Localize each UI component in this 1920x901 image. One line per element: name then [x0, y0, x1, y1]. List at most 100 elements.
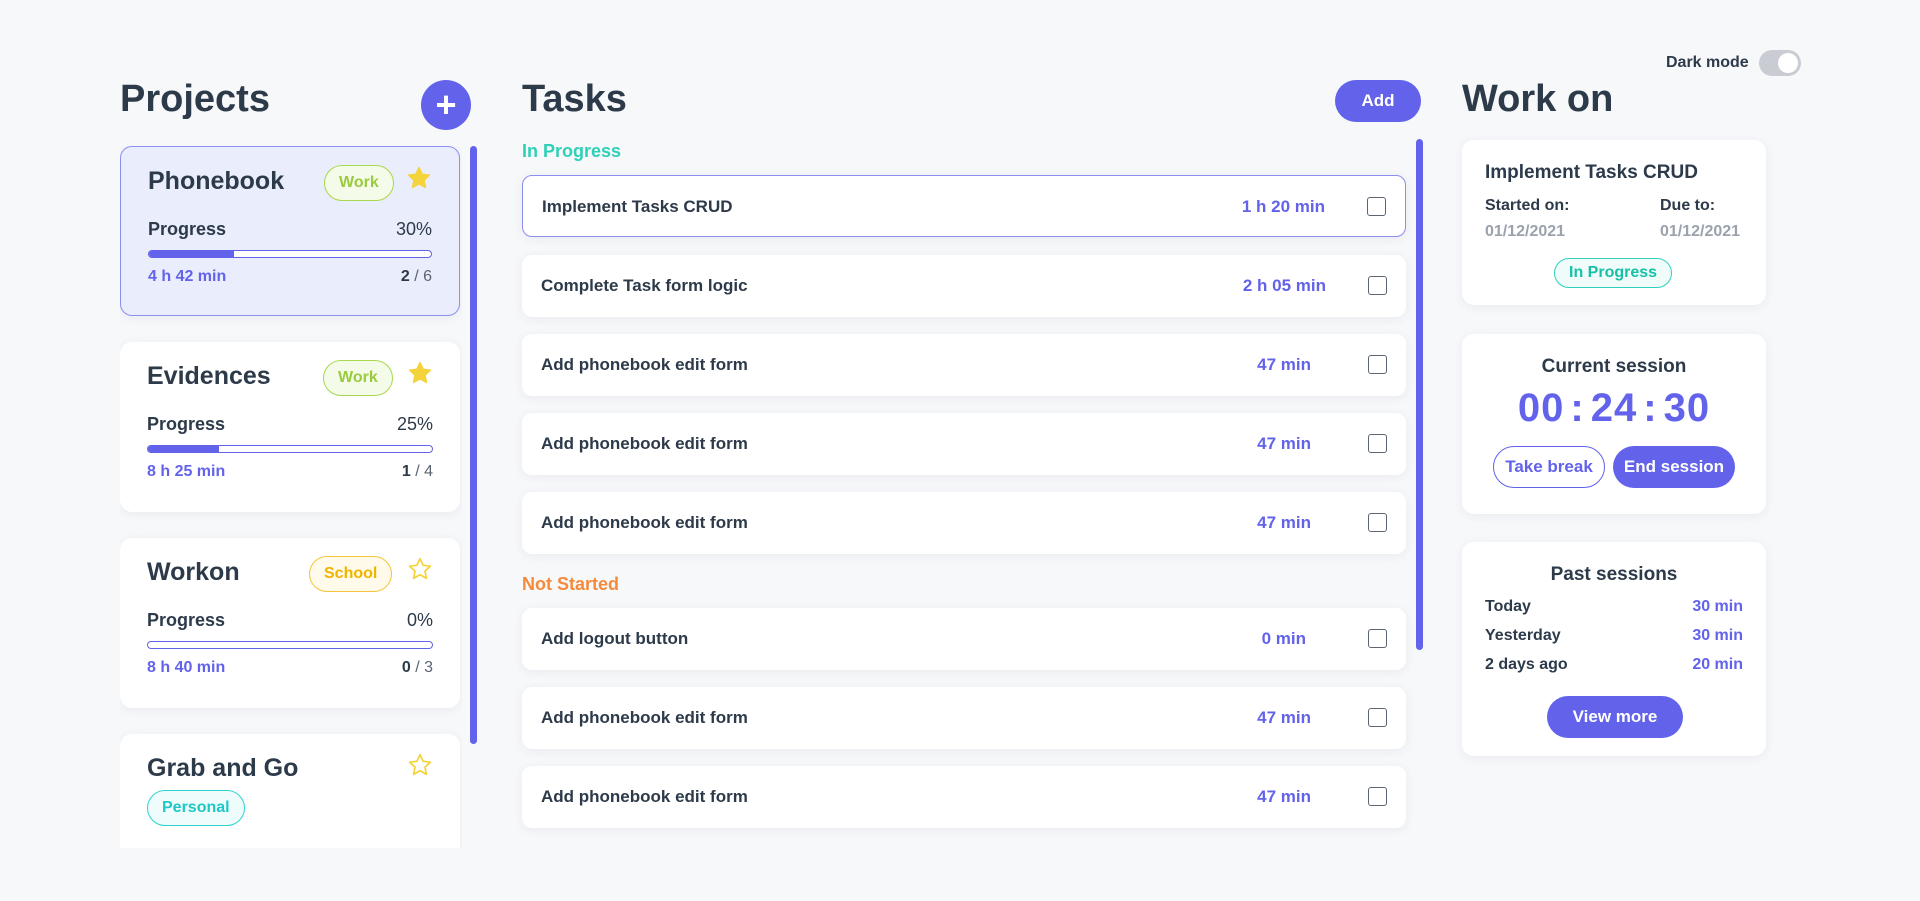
- plus-icon: +: [435, 84, 457, 125]
- tasks-panel: Tasks Add In Progress Implement Tasks CR…: [522, 78, 1423, 848]
- not-started-section-label: Not Started: [522, 574, 620, 594]
- task-row[interactable]: Add logout button 0 min: [522, 608, 1406, 670]
- task-name: Add phonebook edit form: [541, 708, 748, 727]
- current-task-card: Implement Tasks CRUD Started on: Due to:…: [1462, 140, 1766, 305]
- task-time: 47 min: [1257, 708, 1311, 727]
- past-session-row: Yesterday 30 min: [1485, 627, 1743, 649]
- task-time: 47 min: [1257, 355, 1311, 374]
- dark-mode-toggle[interactable]: [1758, 50, 1801, 76]
- progress-percent: 30%: [395, 219, 432, 239]
- total-count: / 6: [414, 268, 432, 285]
- checkbox-icon[interactable]: [1368, 276, 1387, 295]
- task-name: Add phonebook edit form: [541, 355, 748, 374]
- workon-panel: Work on Implement Tasks CRUD Started on:…: [1462, 78, 1772, 838]
- past-session-row: 2 days ago 20 min: [1485, 656, 1743, 678]
- project-card-phonebook[interactable]: Phonebook Work Progress 30% 4 h 42 min 2…: [120, 146, 460, 316]
- star-icon[interactable]: [407, 752, 433, 778]
- timer-minutes: 24: [1590, 386, 1638, 430]
- progress-label: Progress: [147, 610, 226, 630]
- workon-title: Work on: [1462, 78, 1614, 120]
- task-row[interactable]: Add phonebook edit form 47 min: [522, 334, 1406, 396]
- dark-mode-label: Dark mode: [1666, 54, 1749, 71]
- past-session-row: Today 30 min: [1485, 598, 1743, 620]
- due-label: Due to:: [1660, 197, 1716, 214]
- checkbox-icon[interactable]: [1368, 355, 1387, 374]
- time-spent: 4 h 42 min: [148, 268, 227, 285]
- view-more-button[interactable]: View more: [1547, 696, 1683, 738]
- projects-scrollbar[interactable]: [470, 146, 477, 744]
- current-session-card: Current session 00:24:30 Take break End …: [1462, 334, 1766, 514]
- checkbox-icon[interactable]: [1367, 197, 1386, 216]
- task-row[interactable]: Add phonebook edit form 47 min: [522, 687, 1406, 749]
- take-break-button[interactable]: Take break: [1493, 446, 1605, 488]
- project-name: Evidences: [147, 362, 271, 390]
- task-time: 2 h 05 min: [1242, 276, 1326, 295]
- done-count: 1: [401, 463, 411, 480]
- in-progress-section-label: In Progress: [522, 141, 622, 161]
- project-tag: Work: [324, 165, 394, 201]
- project-tag: Work: [323, 360, 393, 396]
- checkbox-icon[interactable]: [1368, 434, 1387, 453]
- session-duration: 20 min: [1692, 656, 1743, 673]
- progress-percent: 25%: [396, 414, 433, 434]
- time-spent: 8 h 25 min: [147, 463, 226, 480]
- task-name: Add logout button: [541, 629, 689, 648]
- task-row[interactable]: Add phonebook edit form 47 min: [522, 766, 1406, 828]
- add-task-button[interactable]: Add: [1335, 80, 1421, 122]
- project-name: Grab and Go: [147, 754, 299, 782]
- tasks-scrollbar[interactable]: [1416, 139, 1423, 650]
- toggle-knob: [1777, 53, 1798, 73]
- task-row[interactable]: Add phonebook edit form 47 min: [522, 492, 1406, 554]
- progress-bar: [147, 445, 433, 453]
- task-row[interactable]: Implement Tasks CRUD 1 h 20 min: [522, 175, 1406, 237]
- project-card-grab-and-go[interactable]: Grab and Go Personal: [120, 734, 460, 848]
- dark-mode-control: Dark mode: [1666, 50, 1801, 76]
- task-time: 47 min: [1257, 434, 1311, 453]
- task-count: 2 / 6: [401, 268, 432, 286]
- project-card-workon[interactable]: Workon School Progress 0% 8 h 40 min 0 /…: [120, 538, 460, 708]
- checkbox-icon[interactable]: [1368, 513, 1387, 532]
- task-row[interactable]: Complete Task form logic 2 h 05 min: [522, 255, 1406, 317]
- task-row[interactable]: Add phonebook edit form 47 min: [522, 413, 1406, 475]
- session-duration: 30 min: [1692, 598, 1743, 615]
- checkbox-icon[interactable]: [1368, 629, 1387, 648]
- session-day: 2 days ago: [1485, 656, 1568, 673]
- task-count: 1 / 4: [402, 463, 433, 481]
- task-name: Add phonebook edit form: [541, 513, 748, 532]
- task-time: 47 min: [1257, 787, 1311, 806]
- star-icon[interactable]: [407, 556, 433, 582]
- project-tag: School: [309, 556, 393, 592]
- started-date: 01/12/2021: [1485, 223, 1566, 240]
- progress-percent: 0%: [406, 610, 433, 630]
- progress-bar: [148, 250, 432, 258]
- session-timer: 00:24:30: [1517, 386, 1711, 430]
- progress-label: Progress: [148, 219, 227, 239]
- session-day: Yesterday: [1485, 627, 1561, 644]
- checkbox-icon[interactable]: [1368, 787, 1387, 806]
- progress-bar-fill: [149, 251, 234, 257]
- project-name: Workon: [147, 558, 240, 586]
- project-card-evidences[interactable]: Evidences Work Progress 25% 8 h 25 min 1…: [120, 342, 460, 512]
- star-icon[interactable]: [407, 360, 433, 386]
- task-time: 47 min: [1257, 513, 1311, 532]
- checkbox-icon[interactable]: [1368, 708, 1387, 727]
- started-label: Started on:: [1485, 197, 1570, 214]
- task-count: 0 / 3: [402, 659, 433, 677]
- current-session-title: Current session: [1541, 356, 1687, 377]
- session-day: Today: [1485, 598, 1531, 615]
- projects-title: Projects: [120, 78, 270, 120]
- past-sessions-card: Past sessions Today 30 min Yesterday 30 …: [1462, 542, 1766, 756]
- current-task-name: Implement Tasks CRUD: [1485, 162, 1698, 183]
- task-name: Implement Tasks CRUD: [542, 197, 733, 216]
- due-date: 01/12/2021: [1660, 223, 1741, 240]
- session-duration: 30 min: [1692, 627, 1743, 644]
- star-icon[interactable]: [406, 165, 432, 191]
- project-tag: Personal: [147, 790, 245, 826]
- progress-label: Progress: [147, 414, 226, 434]
- task-time: 0 min: [1261, 629, 1306, 648]
- end-session-button[interactable]: End session: [1613, 446, 1735, 488]
- projects-panel: Projects + Phonebook Work Progress 30% 4…: [120, 78, 477, 848]
- tasks-title: Tasks: [522, 78, 627, 120]
- past-sessions-title: Past sessions: [1550, 564, 1678, 585]
- add-project-button[interactable]: +: [421, 80, 471, 130]
